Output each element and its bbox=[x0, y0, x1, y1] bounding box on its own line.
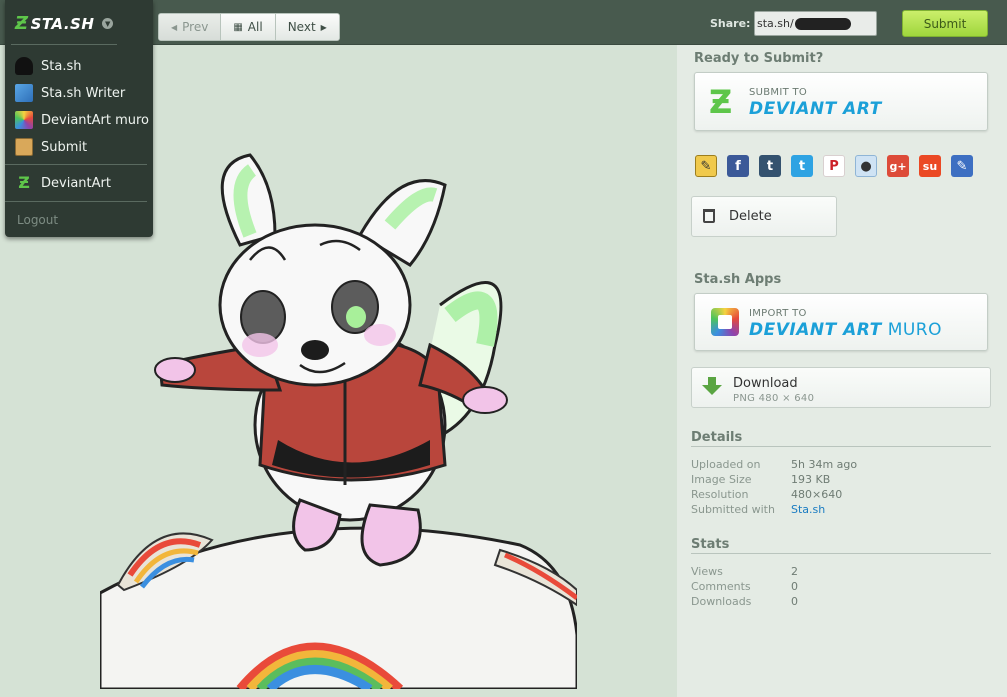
share-icons: ✎ f t t P ● g+ su ✎ bbox=[695, 155, 973, 177]
stat-value: 0 bbox=[791, 595, 798, 608]
stat-row-downloads: Downloads 0 bbox=[691, 594, 991, 609]
muro-icon-center bbox=[718, 315, 732, 329]
submit-to-small-text: SUBMIT TO bbox=[749, 87, 808, 98]
detail-row-resolution: Resolution 480×640 bbox=[691, 487, 991, 502]
detail-row-submitted-with: Submitted with Sta.sh bbox=[691, 502, 991, 517]
detail-key: Submitted with bbox=[691, 503, 775, 516]
download-label: Download bbox=[733, 376, 798, 391]
share-url-field[interactable]: sta.sh/ bbox=[754, 11, 877, 36]
pinterest-icon[interactable]: P bbox=[823, 155, 845, 177]
detail-key: Uploaded on bbox=[691, 458, 761, 471]
submit-button[interactable]: Submit bbox=[902, 10, 988, 37]
download-format: PNG 480 × 640 bbox=[733, 393, 815, 404]
googleplus-icon[interactable]: g+ bbox=[887, 155, 909, 177]
menu-item-deviantart-muro[interactable]: DeviantArt muro bbox=[15, 111, 149, 129]
redacted-mark bbox=[794, 18, 851, 30]
prev-button[interactable]: ◀ Prev bbox=[159, 14, 222, 40]
menu-item-label: DeviantArt muro bbox=[41, 112, 149, 128]
menu-item-submit[interactable]: Submit bbox=[15, 138, 87, 156]
menu-item-label: DeviantArt bbox=[41, 175, 111, 191]
note-icon[interactable]: ✎ bbox=[695, 155, 717, 177]
import-to-muro-button[interactable]: IMPORT TO DEVIANT ART MURO bbox=[694, 293, 988, 351]
writer-icon bbox=[15, 84, 33, 102]
download-arrow-icon bbox=[702, 385, 722, 395]
sidebar: Ready to Submit? Ƶ SUBMIT TO DEVIANT ART… bbox=[677, 45, 1007, 697]
muro-text: MURO bbox=[887, 320, 942, 340]
stash-logo[interactable]: Ƶ STA.SH ▼ bbox=[15, 13, 114, 34]
twitter-icon[interactable]: t bbox=[791, 155, 813, 177]
menu-item-stash-writer[interactable]: Sta.sh Writer bbox=[15, 84, 125, 102]
all-label: All bbox=[247, 20, 263, 34]
menu-item-deviantart[interactable]: Ƶ DeviantArt bbox=[15, 174, 111, 192]
next-label: Next bbox=[287, 20, 316, 34]
detail-key: Resolution bbox=[691, 488, 749, 501]
pager: ◀ Prev ▦ All Next ▶ bbox=[158, 13, 340, 41]
stumbleupon-icon[interactable]: su bbox=[919, 155, 941, 177]
detail-value: 5h 34m ago bbox=[791, 458, 858, 471]
artwork-image bbox=[98, 45, 579, 693]
artwork-drawing bbox=[98, 45, 579, 693]
menu-item-label: Submit bbox=[41, 139, 88, 155]
apps-title: Sta.sh Apps bbox=[694, 272, 782, 287]
muro-icon bbox=[15, 111, 33, 129]
deviantart-logo-icon: Ƶ bbox=[709, 83, 733, 121]
logo-text: STA.SH bbox=[30, 14, 95, 33]
import-to-small-text: IMPORT TO bbox=[749, 308, 807, 319]
ready-title: Ready to Submit? bbox=[694, 51, 824, 66]
triangle-left-icon: ◀ bbox=[171, 22, 178, 32]
triangle-right-icon: ▶ bbox=[320, 22, 327, 32]
divider bbox=[5, 201, 147, 202]
stat-row-comments: Comments 0 bbox=[691, 579, 991, 594]
submit-to-big-text: DEVIANT ART bbox=[749, 99, 882, 119]
deviantart-text: DEVIANT ART bbox=[749, 320, 882, 340]
stat-value: 0 bbox=[791, 580, 798, 593]
stash-menu: Ƶ STA.SH ▼ Sta.sh Sta.sh Writer DeviantA… bbox=[5, 0, 153, 237]
download-button[interactable]: Download PNG 480 × 640 bbox=[691, 367, 991, 408]
divider bbox=[11, 44, 117, 45]
stats-list: Views 2 Comments 0 Downloads 0 bbox=[691, 553, 991, 609]
tumblr-icon[interactable]: t bbox=[759, 155, 781, 177]
menu-item-label: Sta.sh bbox=[41, 58, 82, 74]
download-arrow-stem bbox=[708, 377, 716, 386]
detail-value: 193 KB bbox=[791, 473, 831, 486]
details-title: Details bbox=[691, 430, 743, 445]
prev-label: Prev bbox=[182, 20, 209, 34]
grid-icon: ▦ bbox=[233, 21, 243, 33]
deviantart-icon: Ƶ bbox=[18, 173, 30, 192]
chevron-down-icon[interactable]: ▼ bbox=[102, 18, 114, 29]
stat-key: Downloads bbox=[691, 595, 752, 608]
avatar-icon bbox=[15, 57, 33, 75]
detail-row-uploaded: Uploaded on 5h 34m ago bbox=[691, 457, 991, 472]
stat-key: Comments bbox=[691, 580, 751, 593]
delete-label: Delete bbox=[729, 209, 772, 224]
submit-to-deviantart-button[interactable]: Ƶ SUBMIT TO DEVIANT ART bbox=[694, 72, 988, 131]
next-button[interactable]: Next ▶ bbox=[275, 14, 339, 40]
trash-icon bbox=[703, 209, 715, 223]
deviantart-logo-icon: Ƶ bbox=[15, 13, 29, 34]
submit-icon bbox=[15, 138, 33, 156]
share-url-text: sta.sh/ bbox=[757, 17, 794, 30]
stat-row-views: Views 2 bbox=[691, 564, 991, 579]
menu-item-stash[interactable]: Sta.sh bbox=[15, 57, 81, 75]
all-button[interactable]: ▦ All bbox=[221, 14, 276, 40]
edit-icon[interactable]: ✎ bbox=[951, 155, 973, 177]
stat-key: Views bbox=[691, 565, 723, 578]
details-list: Uploaded on 5h 34m ago Image Size 193 KB R… bbox=[691, 446, 991, 517]
stats-title: Stats bbox=[691, 537, 730, 552]
delete-button[interactable]: Delete bbox=[691, 196, 837, 237]
menu-item-label: Sta.sh Writer bbox=[41, 85, 126, 101]
detail-value: 480×640 bbox=[791, 488, 843, 501]
detail-row-size: Image Size 193 KB bbox=[691, 472, 991, 487]
reddit-icon[interactable]: ● bbox=[855, 155, 877, 177]
logout-link[interactable]: Logout bbox=[17, 213, 58, 227]
import-to-big-text: DEVIANT ART MURO bbox=[749, 320, 942, 340]
detail-key: Image Size bbox=[691, 473, 752, 486]
facebook-icon[interactable]: f bbox=[727, 155, 749, 177]
stash-link[interactable]: Sta.sh bbox=[791, 502, 825, 517]
divider bbox=[5, 164, 147, 165]
share-label: Share: bbox=[710, 17, 751, 30]
stat-value: 2 bbox=[791, 565, 798, 578]
